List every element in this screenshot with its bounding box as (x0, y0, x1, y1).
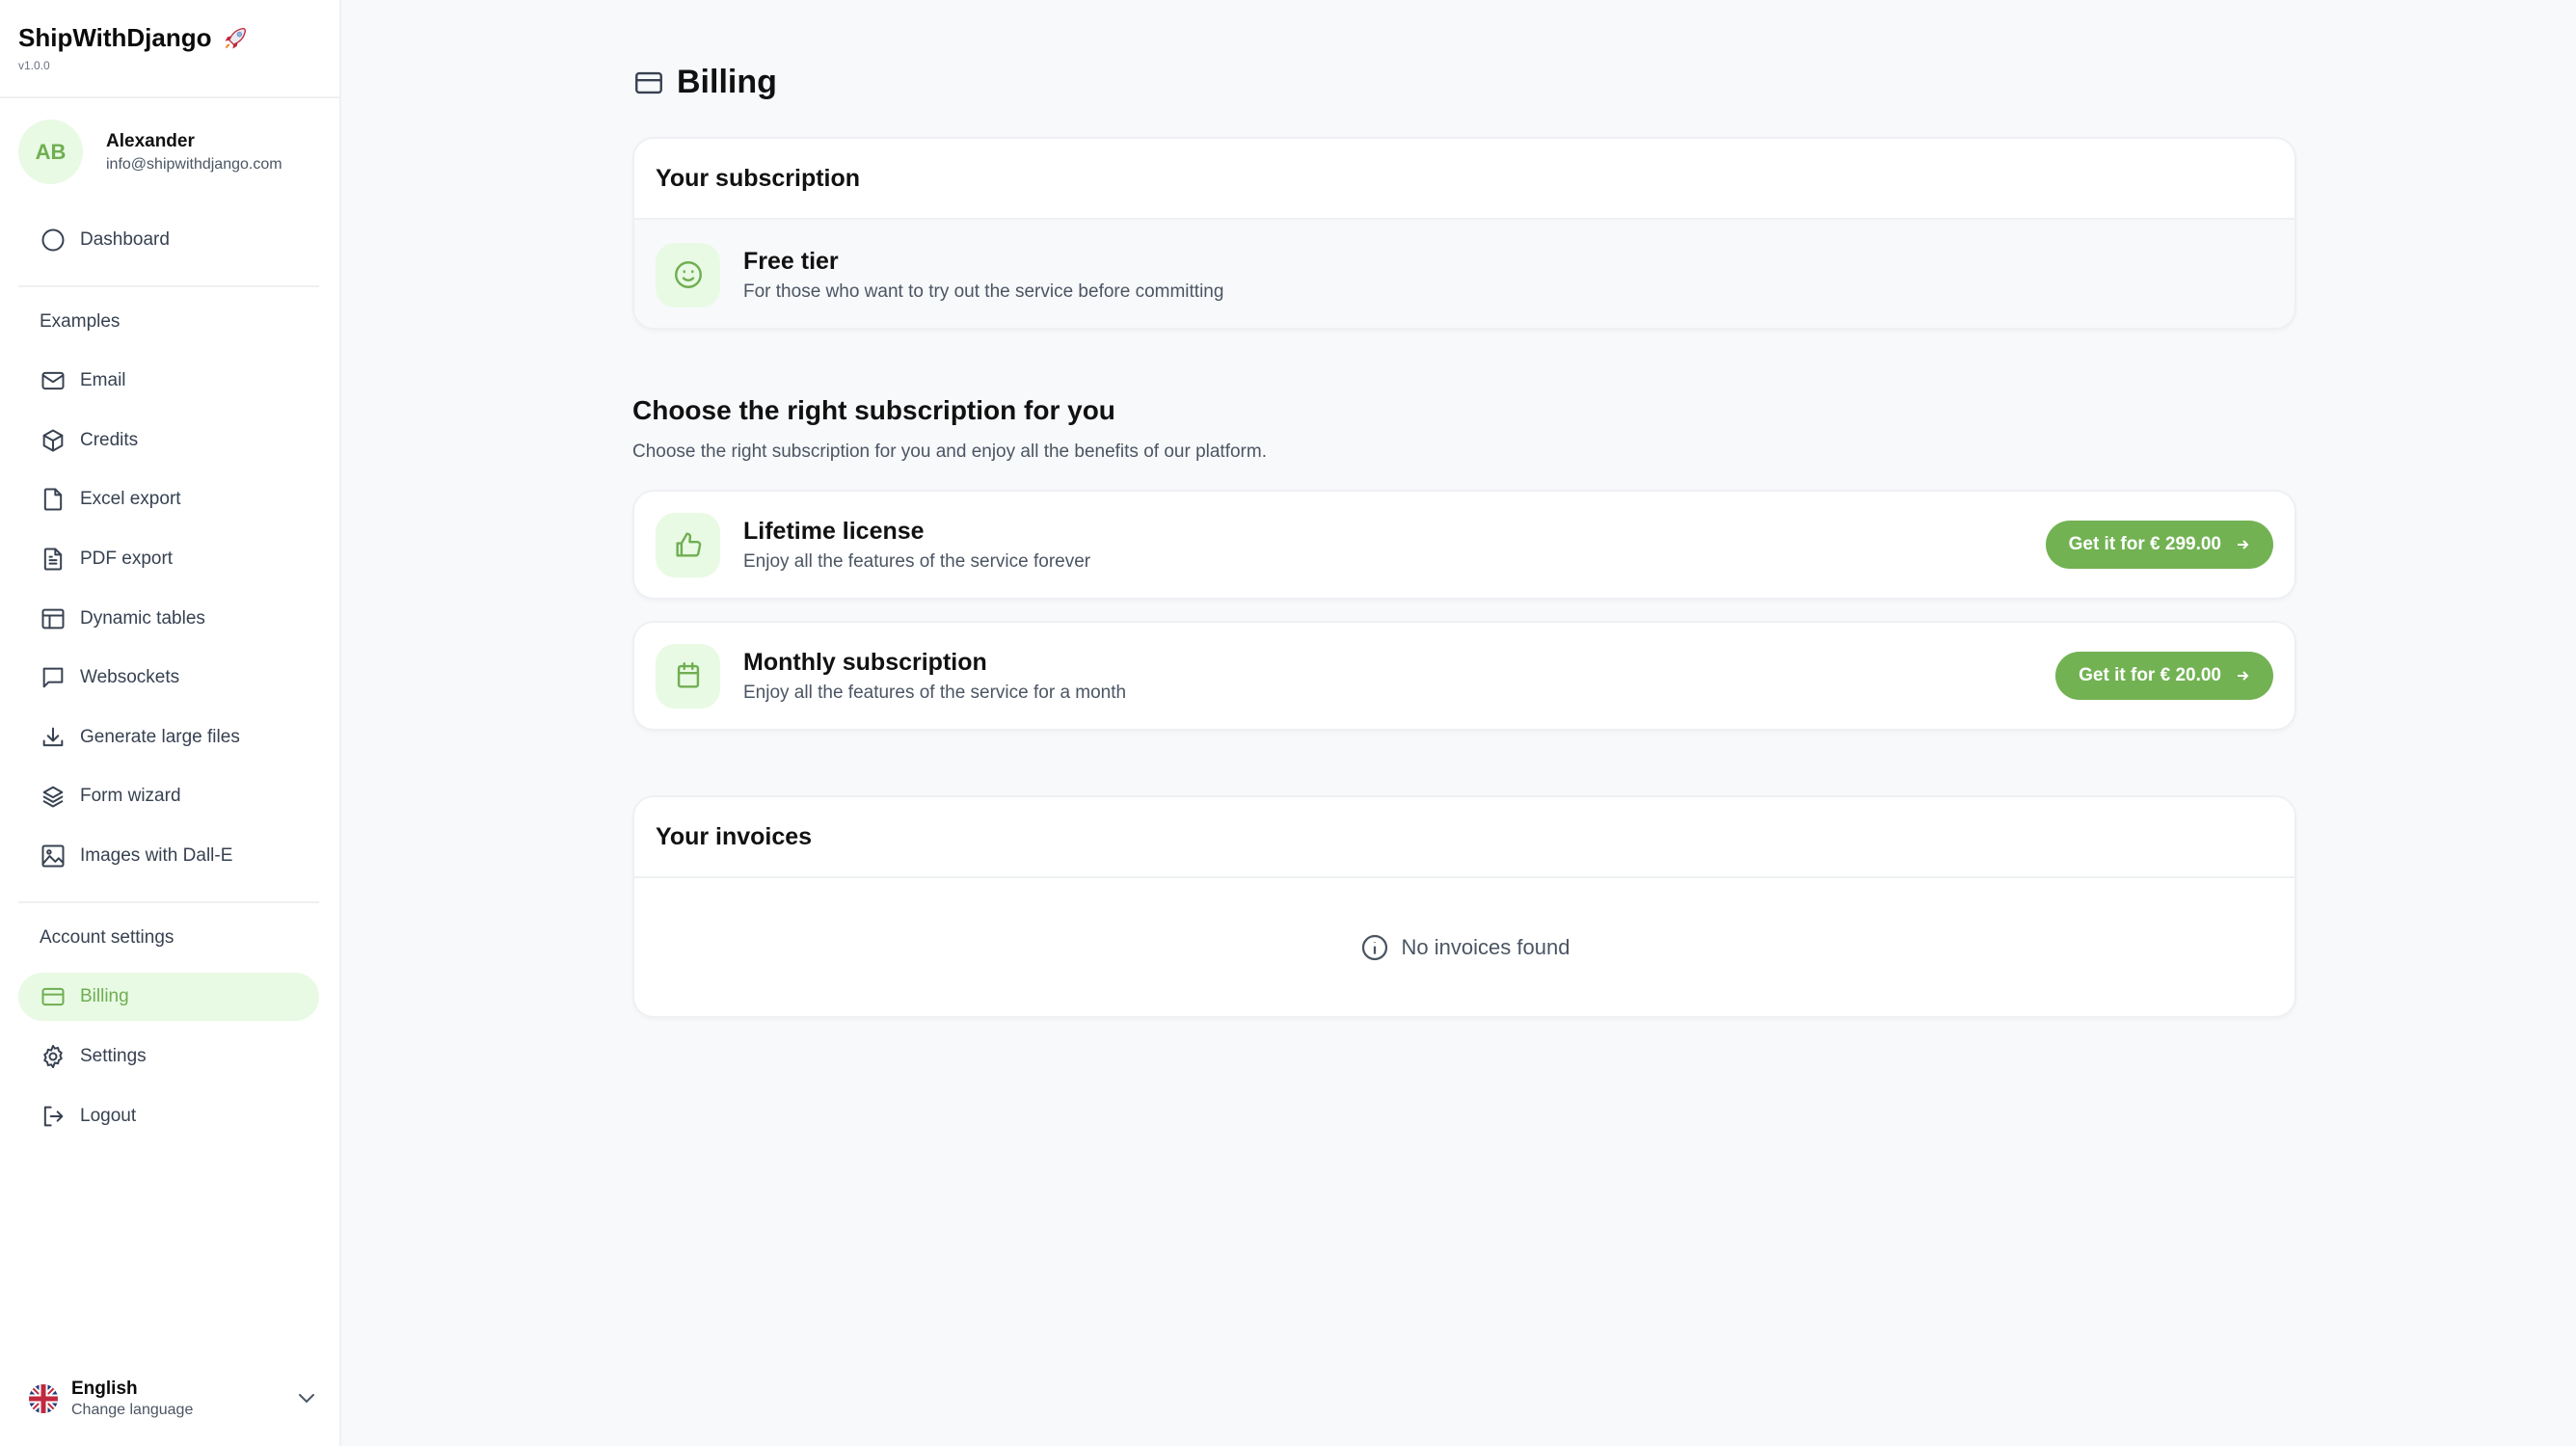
empty-state: No invoices found (634, 878, 2294, 1016)
sidebar-item-label: Form wizard (80, 786, 181, 806)
invoices-card: Your invoices No invoices found (632, 795, 2296, 1018)
uk-flag-icon (29, 1384, 58, 1413)
page-title-text: Billing (677, 64, 777, 100)
card-header: Your invoices (634, 797, 2294, 878)
user-email: info@shipwithdjango.com (106, 155, 282, 173)
cube-icon (42, 429, 64, 452)
calendar-icon (677, 662, 699, 688)
sidebar-item-logout[interactable]: Logout (18, 1092, 319, 1140)
sidebar-item-form-wizard[interactable]: Form wizard (18, 772, 319, 820)
info-icon (1361, 934, 1387, 961)
plan-description: Enjoy all the features of the service fo… (743, 682, 1127, 703)
current-plan: Free tier For those who want to try out … (634, 220, 2294, 328)
sidebar-divider (0, 96, 339, 98)
sidebar-item-label: Credits (80, 430, 139, 450)
circle-icon (41, 228, 65, 252)
sidebar-item-label: Dashboard (80, 229, 170, 250)
image-icon (41, 844, 65, 868)
sidebar-item-generate-large-files[interactable]: Generate large files (18, 713, 319, 762)
credit-card-icon (635, 71, 662, 94)
plan-icon (656, 643, 720, 709)
empty-state-text: No invoices found (1401, 935, 1570, 959)
button-label: Get it for € 299.00 (2068, 534, 2221, 554)
arrow-right-icon (2238, 671, 2249, 681)
sidebar-item-label: Generate large files (80, 727, 240, 747)
app-title[interactable]: ShipWithDjango (18, 23, 249, 53)
file-icon (43, 488, 63, 511)
plan-title: Free tier (743, 247, 839, 275)
plan-title: Monthly subscription (743, 648, 987, 676)
sidebar-item-label: Dynamic tables (80, 608, 205, 629)
choose-subscription-subtitle: Choose the right subscription for you an… (632, 442, 1267, 462)
plan-icon (656, 242, 720, 308)
sidebar-item-websockets[interactable]: Websockets (18, 654, 319, 702)
section-label-examples: Examples (40, 311, 121, 332)
plan-icon (656, 512, 720, 577)
sidebar-item-label: Billing (80, 986, 129, 1006)
sidebar-item-images-dall-e[interactable]: Images with Dall-E (18, 832, 319, 880)
sidebar-item-pdf-export[interactable]: PDF export (18, 535, 319, 583)
document-text-icon (43, 548, 63, 571)
download-icon (42, 727, 64, 747)
buy-monthly-button[interactable]: Get it for € 20.00 (2055, 652, 2273, 700)
plan-description: For those who want to try out the servic… (743, 281, 1224, 302)
sidebar-item-billing[interactable]: Billing (18, 973, 319, 1021)
rocket-icon (225, 27, 246, 48)
sidebar-item-credits[interactable]: Credits (18, 416, 319, 465)
gear-icon (43, 1044, 63, 1069)
sidebar-item-label: Email (80, 370, 126, 390)
sidebar-item-label: Logout (80, 1106, 137, 1126)
sidebar-divider (18, 285, 319, 287)
mail-icon (41, 371, 65, 390)
chevron-down-icon[interactable] (295, 1386, 318, 1409)
user-profile[interactable]: AB Alexander info@shipwithdjango.com (18, 120, 282, 184)
current-subscription-card: Your subscription Free tier For those wh… (632, 137, 2296, 330)
user-name: Alexander (106, 130, 195, 151)
brand: ShipWithDjango v1.0.0 (18, 23, 249, 72)
credit-card-icon (41, 987, 65, 1006)
language-change-label: Change language (71, 1402, 194, 1418)
sidebar-item-excel-export[interactable]: Excel export (18, 475, 319, 523)
plan-title: Lifetime license (743, 517, 925, 545)
language-name: English (71, 1379, 138, 1399)
sidebar-divider (18, 901, 319, 903)
sidebar-item-label: Excel export (80, 489, 181, 509)
chat-bubble-icon (42, 667, 64, 688)
sidebar-item-dashboard[interactable]: Dashboard (18, 216, 319, 264)
sidebar-item-dynamic-tables[interactable]: Dynamic tables (18, 595, 319, 643)
plan-card-monthly: Monthly subscription Enjoy all the featu… (632, 621, 2296, 731)
language-selector[interactable]: English Change language (29, 1379, 318, 1419)
buy-lifetime-button[interactable]: Get it for € 299.00 (2045, 521, 2273, 569)
app-version: v1.0.0 (18, 59, 50, 72)
smile-icon (674, 261, 702, 288)
table-icon (41, 608, 65, 629)
avatar: AB (18, 120, 83, 184)
layers-icon (42, 786, 64, 808)
arrow-right-icon (2238, 540, 2249, 549)
sidebar-item-settings[interactable]: Settings (18, 1032, 319, 1081)
plan-description: Enjoy all the features of the service fo… (743, 550, 1091, 572)
section-label-account-settings: Account settings (40, 927, 174, 948)
plan-card-lifetime: Lifetime license Enjoy all the features … (632, 490, 2296, 600)
logout-icon (43, 1106, 64, 1127)
app-name: ShipWithDjango (18, 23, 212, 52)
button-label: Get it for € 20.00 (2079, 665, 2221, 685)
sidebar-item-label: PDF export (80, 549, 174, 569)
thumbs-up-icon (675, 532, 701, 557)
sidebar-item-label: Websockets (80, 667, 180, 687)
sidebar: ShipWithDjango v1.0.0 AB Alexander info@… (0, 0, 341, 1446)
card-header: Your subscription (634, 139, 2294, 220)
sidebar-item-label: Settings (80, 1046, 147, 1066)
page-title: Billing (632, 64, 777, 101)
sidebar-item-label: Images with Dall-E (80, 845, 233, 866)
sidebar-item-email[interactable]: Email (18, 357, 319, 405)
choose-subscription-title: Choose the right subscription for you (632, 395, 1115, 425)
